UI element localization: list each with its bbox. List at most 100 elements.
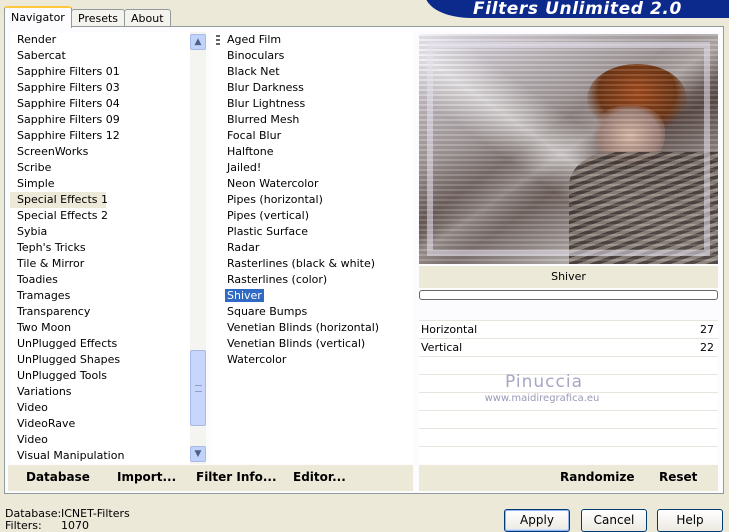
category-item[interactable]: Sapphire Filters 09 (10, 112, 188, 128)
reset-button[interactable]: Reset (659, 470, 697, 484)
cancel-button[interactable]: Cancel (581, 509, 647, 532)
filter-item-label: Blur Lightness (227, 97, 306, 110)
category-item[interactable]: Variations (10, 384, 188, 400)
filter-item-label: Rasterlines (color) (227, 273, 328, 286)
list-grip-icon (216, 35, 220, 46)
parameter-list: Horizontal 27 Vertical 22 (419, 320, 718, 464)
tab-presets[interactable]: Presets (71, 9, 126, 27)
category-item[interactable]: Scribe (10, 160, 188, 176)
filter-item-label: Binoculars (227, 49, 285, 62)
category-item[interactable]: VideoRave (10, 416, 188, 432)
thumb-grip (195, 385, 202, 392)
category-item[interactable]: Visual Manipulation (10, 448, 188, 464)
param-vertical[interactable]: Vertical 22 (419, 338, 718, 356)
category-item[interactable]: Toadies (10, 272, 188, 288)
param-slot-empty (419, 428, 718, 446)
filter-item[interactable]: Blur Lightness (212, 96, 413, 112)
param-vertical-value: 22 (700, 341, 714, 354)
tab-about[interactable]: About (124, 9, 171, 27)
filter-list[interactable]: Aged Film Binoculars Black Net Blur Darknes… (212, 32, 413, 464)
filter-item[interactable]: Plastic Surface (212, 224, 413, 240)
filter-item-label: Shiver (225, 289, 264, 302)
category-item[interactable]: Tile & Mirror (10, 256, 188, 272)
preview-toolbar: Randomize Reset (419, 465, 718, 491)
filter-item[interactable]: Pipes (vertical) (212, 208, 413, 224)
filter-item[interactable]: Jailed! (212, 160, 413, 176)
filters-label: Filters: (5, 519, 42, 532)
filter-info-button[interactable]: Filter Info... (196, 470, 277, 484)
tab-navigator[interactable]: Navigator (4, 6, 72, 28)
filter-item[interactable]: Neon Watercolor (212, 176, 413, 192)
filter-item-label: Blur Darkness (227, 81, 304, 94)
filter-item-label: Blurred Mesh (227, 113, 300, 126)
category-item[interactable]: Sybia (10, 224, 188, 240)
param-slot-empty (419, 446, 718, 464)
filter-item[interactable]: Rasterlines (color) (212, 272, 413, 288)
filter-item[interactable]: Binoculars (212, 48, 413, 64)
filter-item[interactable]: Square Bumps (212, 304, 413, 320)
category-item[interactable]: UnPlugged Effects (10, 336, 188, 352)
filter-item[interactable]: Venetian Blinds (vertical) (212, 336, 413, 352)
category-item[interactable]: Video (10, 432, 188, 448)
filter-item[interactable]: Blurred Mesh (212, 112, 413, 128)
category-item[interactable]: Sapphire Filters 04 (10, 96, 188, 112)
filter-item[interactable]: Watercolor (212, 352, 413, 368)
filter-item[interactable]: Pipes (horizontal) (212, 192, 413, 208)
filter-item-label: Pipes (vertical) (227, 209, 310, 222)
param-horizontal[interactable]: Horizontal 27 (419, 320, 718, 338)
scrollbar-thumb[interactable] (190, 350, 206, 426)
filter-item-label: Black Net (227, 65, 280, 78)
watermark-site: www.maidiregrafica.eu (484, 393, 600, 404)
chevron-up-icon[interactable]: ▲ (190, 34, 206, 50)
filter-item[interactable]: Radar (212, 240, 413, 256)
randomize-button[interactable]: Randomize (560, 470, 634, 484)
filter-item[interactable]: Shiver (212, 288, 413, 304)
category-item[interactable]: Transparency (10, 304, 188, 320)
category-item[interactable]: Simple (10, 176, 188, 192)
category-item[interactable]: Render (10, 32, 188, 48)
filter-item-label: Venetian Blinds (horizontal) (227, 321, 380, 334)
param-slot-empty (419, 410, 718, 428)
filter-item-label: Aged Film (227, 33, 282, 46)
filter-item-label: Plastic Surface (227, 225, 308, 238)
selected-filter-name: Shiver (419, 266, 718, 288)
filter-item[interactable]: Focal Blur (212, 128, 413, 144)
filter-item-label: Radar (227, 241, 260, 254)
help-button[interactable]: Help (657, 509, 723, 532)
filter-item-label: Pipes (horizontal) (227, 193, 323, 206)
editor-button[interactable]: Editor... (293, 470, 346, 484)
category-item[interactable]: Special Effects 1 (10, 192, 108, 208)
category-item[interactable]: Two Moon (10, 320, 188, 336)
apply-button[interactable]: Apply (504, 509, 570, 532)
category-item[interactable]: UnPlugged Shapes (10, 352, 188, 368)
filter-item[interactable]: Black Net (212, 64, 413, 80)
preview-image (419, 34, 718, 264)
category-item[interactable]: ScreenWorks (10, 144, 188, 160)
filter-item[interactable]: Rasterlines (black & white) (212, 256, 413, 272)
filter-item-label: Rasterlines (black & white) (227, 257, 376, 270)
filters-count: 1070 (61, 519, 89, 532)
category-item[interactable]: Video (10, 400, 188, 416)
filter-item[interactable]: Halftone (212, 144, 413, 160)
filter-item[interactable]: Blur Darkness (212, 80, 413, 96)
chevron-down-icon[interactable]: ▼ (190, 446, 206, 462)
category-item[interactable]: Teph's Tricks (10, 240, 188, 256)
category-item[interactable]: Sabercat (10, 48, 188, 64)
status-info: Database:ICNET-Filters Filters: 1070 (5, 508, 130, 532)
database-button[interactable]: Database (26, 470, 90, 484)
param-vertical-label: Vertical (421, 341, 463, 354)
category-list[interactable]: Render Sabercat Sapphire Filters 01 Sapphir… (10, 32, 206, 464)
category-item[interactable]: Sapphire Filters 01 (10, 64, 188, 80)
category-item[interactable]: Sapphire Filters 03 (10, 80, 188, 96)
filter-item[interactable]: Aged Film (212, 32, 413, 48)
import-button[interactable]: Import... (117, 470, 176, 484)
category-scrollbar[interactable]: ▲ ▼ (190, 32, 206, 464)
preview-frame (427, 42, 710, 256)
category-item[interactable]: UnPlugged Tools (10, 368, 188, 384)
app-title: Filters Unlimited 2.0 (473, 0, 682, 18)
list-toolbar: Database Import... Filter Info... Editor… (8, 465, 413, 491)
category-item[interactable]: Sapphire Filters 12 (10, 128, 188, 144)
filter-item[interactable]: Venetian Blinds (horizontal) (212, 320, 413, 336)
category-item[interactable]: Special Effects 2 (10, 208, 188, 224)
category-item[interactable]: Tramages (10, 288, 188, 304)
